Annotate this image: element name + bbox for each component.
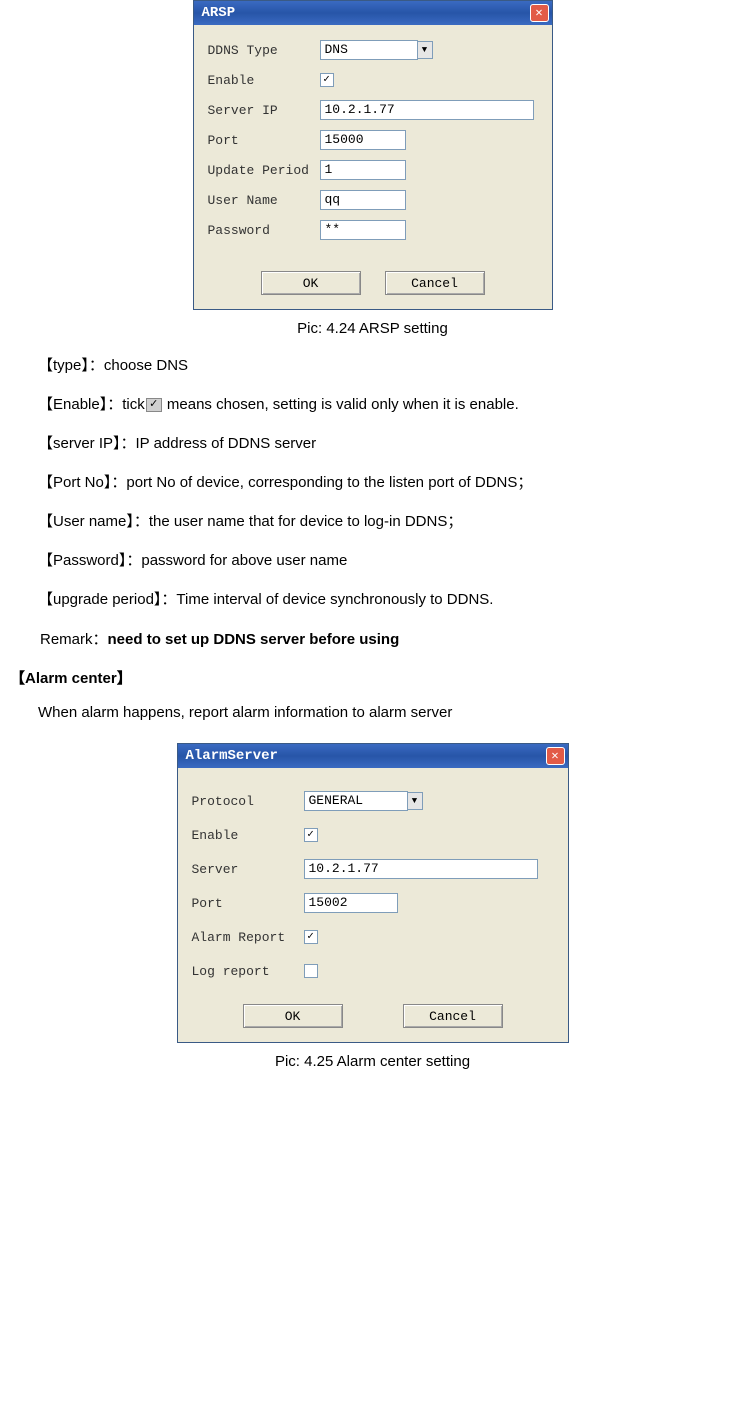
server-ip-input[interactable]: 10.2.1.77 (320, 100, 534, 120)
protocol-select[interactable]: GENERAL ▼ (304, 791, 423, 811)
server-ip-label: Server IP (208, 103, 320, 118)
ok-button[interactable]: OK (261, 271, 361, 295)
port-input[interactable]: 15000 (320, 130, 406, 150)
desc-upgrade-period: 【upgrade period】：Time interval of device… (38, 589, 735, 610)
alarm-ok-button[interactable]: OK (243, 1004, 343, 1028)
arsp-descriptions: 【type】：choose DNS 【Enable】：tick✓ means c… (10, 355, 735, 610)
alarm-port-input[interactable]: 15002 (304, 893, 398, 913)
chevron-down-icon[interactable]: ▼ (407, 792, 423, 810)
arsp-dialog: ARSP ✕ DDNS Type DNS ▼ Enable ✓ Server I… (193, 0, 553, 310)
password-label: Password (208, 223, 320, 238)
alarm-cancel-button[interactable]: Cancel (403, 1004, 503, 1028)
desc-user-name: 【User name】：the user name that for devic… (38, 511, 735, 532)
user-name-input[interactable]: qq (320, 190, 406, 210)
alarm-enable-label: Enable (192, 828, 304, 843)
log-report-checkbox[interactable] (304, 964, 318, 978)
alarm-report-checkbox[interactable]: ✓ (304, 930, 318, 944)
enable-checkbox[interactable]: ✓ (320, 73, 334, 87)
log-report-label: Log report (192, 964, 304, 979)
protocol-label: Protocol (192, 794, 304, 809)
desc-enable-a: 【Enable】：tick (38, 396, 145, 413)
desc-server-ip: 【server IP】：IP address of DDNS server (38, 433, 735, 454)
ddns-type-label: DDNS Type (208, 43, 320, 58)
alarm-server-dialog: AlarmServer ✕ Protocol GENERAL ▼ Enable … (177, 743, 569, 1043)
server-label: Server (192, 862, 304, 877)
alarm-report-label: Alarm Report (192, 930, 304, 945)
server-input[interactable]: 10.2.1.77 (304, 859, 538, 879)
alarm-center-header: 【Alarm center】 (10, 667, 735, 688)
remark: Remark：need to set up DDNS server before… (10, 628, 735, 649)
user-name-label: User Name (208, 193, 320, 208)
figure-caption-4-24: Pic: 4.24 ARSP setting (10, 320, 735, 337)
desc-enable: 【Enable】：tick✓ means chosen, setting is … (38, 394, 735, 415)
update-period-input[interactable]: 1 (320, 160, 406, 180)
ddns-type-select[interactable]: DNS ▼ (320, 40, 433, 60)
alarm-titlebar[interactable]: AlarmServer ✕ (178, 744, 568, 768)
update-period-label: Update Period (208, 163, 320, 178)
desc-password: 【Password】：password for above user name (38, 550, 735, 571)
ddns-type-value: DNS (320, 40, 418, 60)
protocol-value: GENERAL (304, 791, 408, 811)
arsp-titlebar[interactable]: ARSP ✕ (194, 1, 552, 25)
cancel-button[interactable]: Cancel (385, 271, 485, 295)
remark-text: need to set up DDNS server before using (108, 631, 400, 648)
password-input[interactable]: ** (320, 220, 406, 240)
enable-label: Enable (208, 73, 320, 88)
alarm-center-desc: When alarm happens, report alarm informa… (10, 704, 735, 721)
alarm-enable-checkbox[interactable]: ✓ (304, 828, 318, 842)
port-label: Port (208, 133, 320, 148)
desc-enable-b: means chosen, setting is valid only when… (163, 396, 519, 413)
alarm-port-label: Port (192, 896, 304, 911)
close-icon[interactable]: ✕ (530, 4, 549, 22)
close-icon[interactable]: ✕ (546, 747, 565, 765)
alarm-title: AlarmServer (186, 748, 278, 764)
desc-type: 【type】：choose DNS (38, 355, 735, 376)
arsp-title: ARSP (202, 5, 236, 21)
chevron-down-icon[interactable]: ▼ (417, 41, 433, 59)
figure-caption-4-25: Pic: 4.25 Alarm center setting (10, 1053, 735, 1070)
desc-port-no: 【Port No】：port No of device, correspondi… (38, 472, 735, 493)
remark-label: Remark： (40, 631, 108, 648)
checkmark-icon: ✓ (146, 398, 162, 412)
